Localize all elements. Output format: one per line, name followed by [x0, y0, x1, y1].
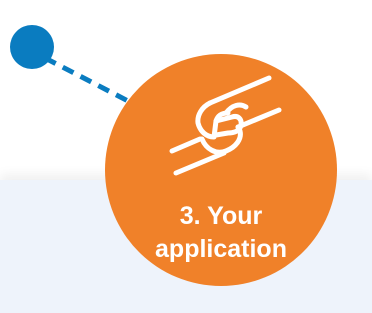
handshake-icon	[169, 75, 282, 176]
step-number-title: 3. Your	[179, 202, 263, 230]
step-title: 3. Your application	[105, 200, 337, 266]
connector-dot	[10, 25, 54, 69]
connector-dashed-line	[43, 55, 132, 105]
step-badge: 3. Your application	[105, 54, 337, 286]
step-subtitle: application	[155, 235, 287, 263]
